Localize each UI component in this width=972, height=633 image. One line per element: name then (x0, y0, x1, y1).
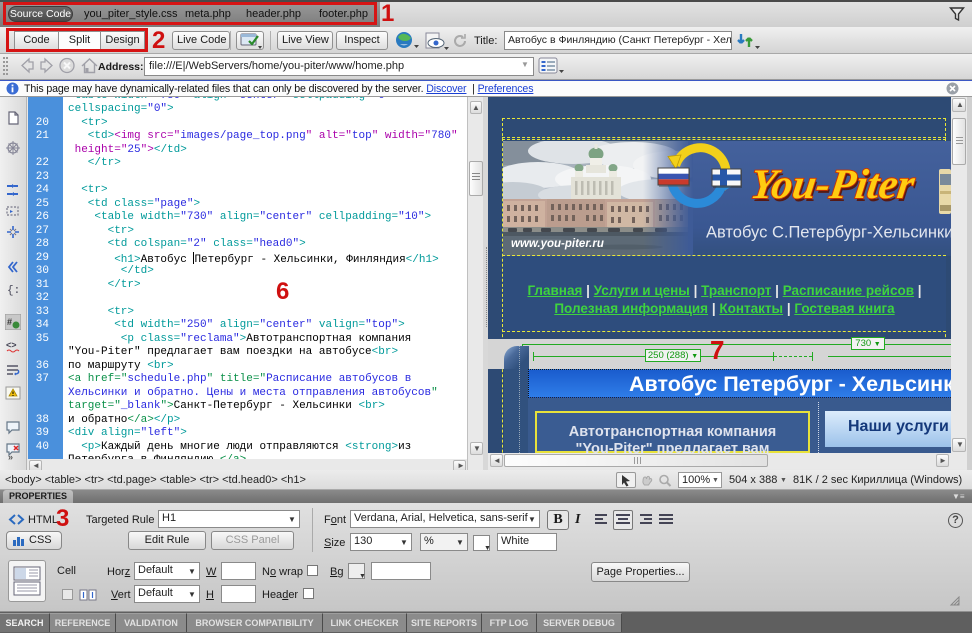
svg-text:Автобус С.Петербург-Хельсинки: Автобус С.Петербург-Хельсинки (706, 224, 951, 242)
svg-text:www.you-piter.ru: www.you-piter.ru (511, 238, 604, 250)
svg-text:<>: <> (6, 340, 17, 350)
svg-text:You-Piter: You-Piter (748, 161, 918, 208)
svg-text:#: # (7, 317, 12, 327)
svg-text:{:}: {:} (7, 285, 21, 297)
